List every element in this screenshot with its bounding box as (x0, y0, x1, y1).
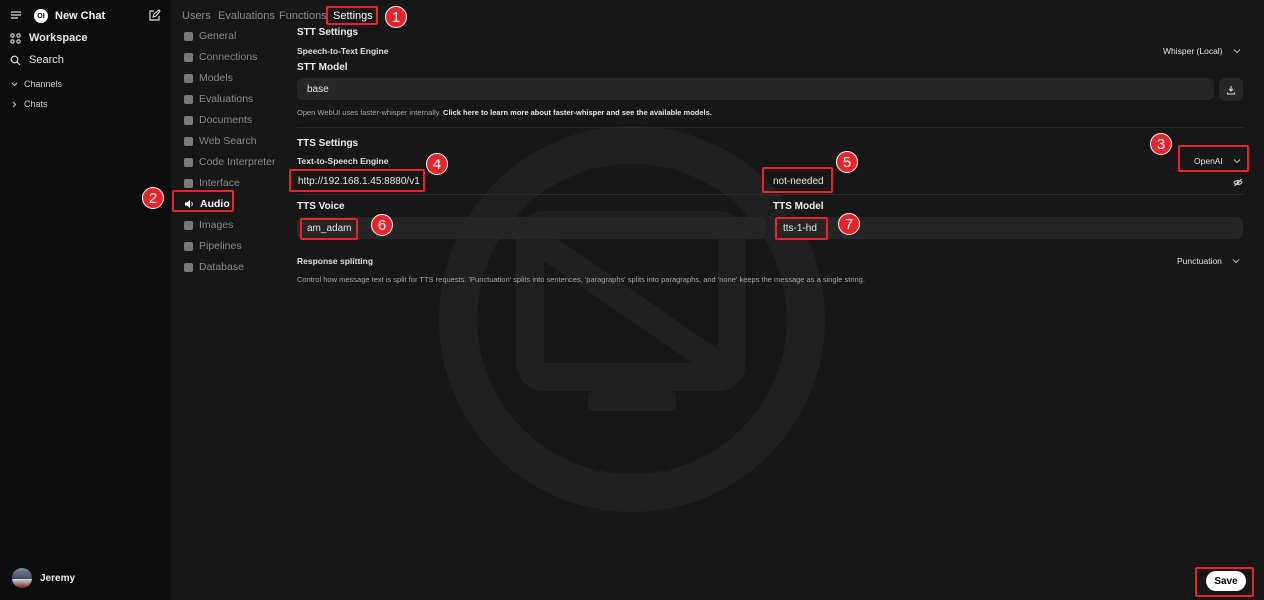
settings-nav-web-search[interactable]: Web Search (184, 135, 257, 147)
annotation-box-save (1195, 567, 1254, 597)
stt-model-input[interactable]: base (297, 78, 1214, 100)
gear-icon (184, 31, 193, 41)
settings-nav-code-interpreter[interactable]: Code Interpreter (184, 156, 275, 168)
settings-nav-interface[interactable]: Interface (184, 177, 240, 189)
document-icon (184, 115, 193, 125)
avatar (12, 568, 32, 588)
new-chat-label[interactable]: New Chat (55, 10, 105, 22)
response-splitting-label: Response splitting (297, 256, 374, 266)
sidebar-item-workspace[interactable]: Workspace (10, 32, 88, 44)
settings-nav-images[interactable]: Images (184, 219, 233, 231)
compose-icon[interactable] (148, 9, 161, 25)
grid-icon (10, 32, 21, 44)
annotation-box-url (289, 169, 425, 192)
tts-section-title: TTS Settings (297, 138, 359, 149)
stt-engine-select[interactable]: Whisper (Local) (1163, 46, 1241, 56)
settings-nav-database[interactable]: Database (184, 261, 244, 273)
app-sidebar: OI New Chat Workspace Search Channels Ch… (0, 0, 171, 600)
settings-nav-general[interactable]: General (184, 30, 236, 42)
annotation-badge-7: 7 (838, 213, 860, 235)
tab-evaluations[interactable]: Evaluations (218, 10, 275, 22)
settings-nav-label: General (199, 30, 237, 42)
database-icon (184, 262, 193, 272)
download-icon (1226, 85, 1236, 95)
annotation-badge-5: 5 (836, 151, 858, 173)
tab-functions[interactable]: Functions (279, 10, 327, 22)
divider (297, 194, 1243, 195)
sidebar-channels-toggle[interactable]: Channels (11, 79, 62, 89)
image-icon (184, 220, 193, 230)
annotation-badge-3: 3 (1150, 133, 1172, 155)
monitor-icon (184, 178, 193, 188)
menu-icon[interactable] (10, 9, 22, 21)
settings-nav-evaluations[interactable]: Evaluations (184, 93, 253, 105)
settings-nav-label: Images (199, 219, 234, 231)
chevron-down-icon (1232, 259, 1240, 264)
sidebar-chats-toggle[interactable]: Chats (11, 99, 48, 109)
search-label: Search (29, 54, 64, 66)
annotation-box-settings (326, 6, 378, 25)
terminal-icon (184, 157, 193, 167)
tts-voice-input[interactable]: am_adam (297, 217, 766, 239)
annotation-badge-1: 1 (385, 6, 407, 28)
user-name: Jeremy (40, 572, 76, 584)
stt-help-prefix: Open WebUI uses faster-whisper internall… (297, 108, 441, 117)
annotation-box-engine (1178, 145, 1249, 172)
stack-icon (184, 73, 193, 83)
settings-nav-models[interactable]: Models (184, 72, 233, 84)
sidebar-item-search[interactable]: Search (10, 54, 64, 66)
search-icon (10, 55, 21, 65)
annotation-badge-6: 6 (371, 214, 393, 236)
stt-engine-label: Speech-to-Text Engine (297, 46, 389, 56)
settings-nav-documents[interactable]: Documents (184, 114, 252, 126)
settings-nav-label: Database (199, 261, 244, 273)
download-model-button[interactable] (1219, 78, 1243, 101)
workspace-label: Workspace (29, 32, 88, 44)
annotation-box-model (775, 217, 828, 240)
response-splitting-value: Punctuation (1177, 256, 1222, 266)
annotation-badge-2: 2 (142, 187, 164, 209)
tts-voice-title: TTS Voice (297, 201, 345, 212)
user-menu[interactable]: Jeremy (12, 568, 75, 588)
stt-engine-value: Whisper (Local) (1163, 46, 1223, 56)
stt-help-link[interactable]: Click here to learn more about faster-wh… (443, 108, 712, 117)
stt-help-text: Open WebUI uses faster-whisper internall… (297, 108, 712, 117)
settings-nav-label: Evaluations (199, 93, 254, 105)
response-splitting-select[interactable]: Punctuation (1177, 256, 1240, 266)
tts-model-title: TTS Model (773, 201, 824, 212)
settings-nav-connections[interactable]: Connections (184, 51, 257, 63)
settings-nav-label: Pipelines (199, 240, 242, 252)
stt-model-title: STT Model (297, 62, 348, 73)
chevron-down-icon (1233, 49, 1240, 54)
settings-nav-label: Code Interpreter (199, 156, 276, 168)
tab-users[interactable]: Users (182, 10, 211, 22)
annotation-box-key (762, 167, 833, 193)
cloud-icon (184, 52, 193, 62)
globe-icon (184, 136, 193, 146)
response-splitting-description: Control how message text is split for TT… (297, 275, 865, 284)
layers-icon (184, 241, 193, 251)
annotation-box-audio (172, 190, 234, 212)
chevron-down-icon (11, 82, 18, 86)
chevron-right-icon (12, 101, 17, 107)
settings-nav-label: Models (199, 72, 233, 84)
settings-nav-label: Documents (199, 114, 253, 126)
channels-label: Channels (24, 79, 63, 89)
divider (297, 127, 1243, 128)
stt-section-title: STT Settings (297, 27, 359, 38)
annotation-box-voice (300, 218, 358, 240)
settings-nav-pipelines[interactable]: Pipelines (184, 240, 242, 252)
settings-nav-label: Connections (199, 51, 258, 63)
chats-label: Chats (24, 99, 48, 109)
document-icon (184, 94, 193, 104)
settings-nav-label: Interface (199, 177, 240, 189)
tts-engine-label: Text-to-Speech Engine (297, 156, 389, 166)
app-logo[interactable]: OI (34, 9, 48, 23)
settings-nav-label: Web Search (199, 135, 257, 147)
annotation-badge-4: 4 (426, 153, 448, 175)
eye-off-icon[interactable] (1233, 176, 1243, 190)
